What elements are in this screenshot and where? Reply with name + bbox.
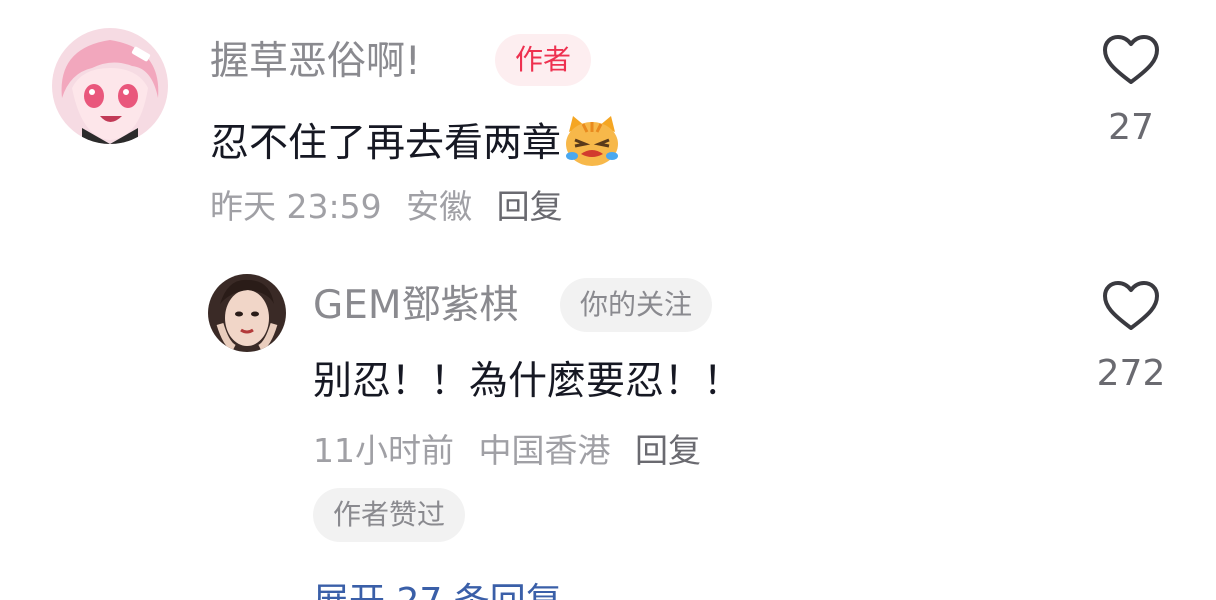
reply-avatar[interactable] (208, 274, 286, 352)
like-count: 27 (1108, 107, 1154, 148)
comment-text-content: 忍不住了再去看两章 (210, 121, 562, 166)
reply-button[interactable]: 回复 (497, 187, 563, 226)
reply-location: 中国香港 (478, 431, 611, 470)
heart-outline-icon (1071, 280, 1191, 336)
reply-reply-button[interactable]: 回复 (635, 431, 701, 470)
reply-meta: 11小时前 中国香港 回复 (313, 434, 701, 467)
comment-text: 忍不住了再去看两章 (210, 114, 621, 175)
comment-item: 握草恶俗啊! 作者 忍不住了再去看两章 昨天 23:59 安徽 回复 27 (0, 0, 1216, 240)
comment-time: 昨天 23:59 (210, 187, 382, 226)
comment-username[interactable]: 握草恶俗啊! (210, 42, 421, 81)
author-badge: 作者 (495, 34, 592, 86)
crying-cat-emoji-icon (563, 114, 621, 175)
reply-like-count: 272 (1096, 353, 1166, 394)
reply-like-button[interactable]: 272 (1071, 280, 1191, 392)
like-button[interactable]: 27 (1071, 34, 1191, 146)
heart-outline-icon (1071, 34, 1191, 90)
author-liked-badge: 作者赞过 (313, 488, 466, 542)
expand-replies-link[interactable]: 展开 27 条回复 (313, 584, 562, 600)
avatar[interactable] (52, 28, 168, 144)
following-badge: 你的关注 (560, 278, 713, 332)
reply-username[interactable]: GEM鄧紫棋 (313, 286, 519, 325)
reply-item: GEM鄧紫棋 你的关注 别忍！！為什麼要忍！！ 11小时前 中国香港 回复 作者… (0, 260, 1216, 560)
reply-text: 别忍！！為什麼要忍！！ (313, 359, 743, 404)
comment-location: 安徽 (406, 187, 473, 226)
reply-time: 11小时前 (313, 431, 454, 470)
comment-meta: 昨天 23:59 安徽 回复 (210, 190, 563, 223)
